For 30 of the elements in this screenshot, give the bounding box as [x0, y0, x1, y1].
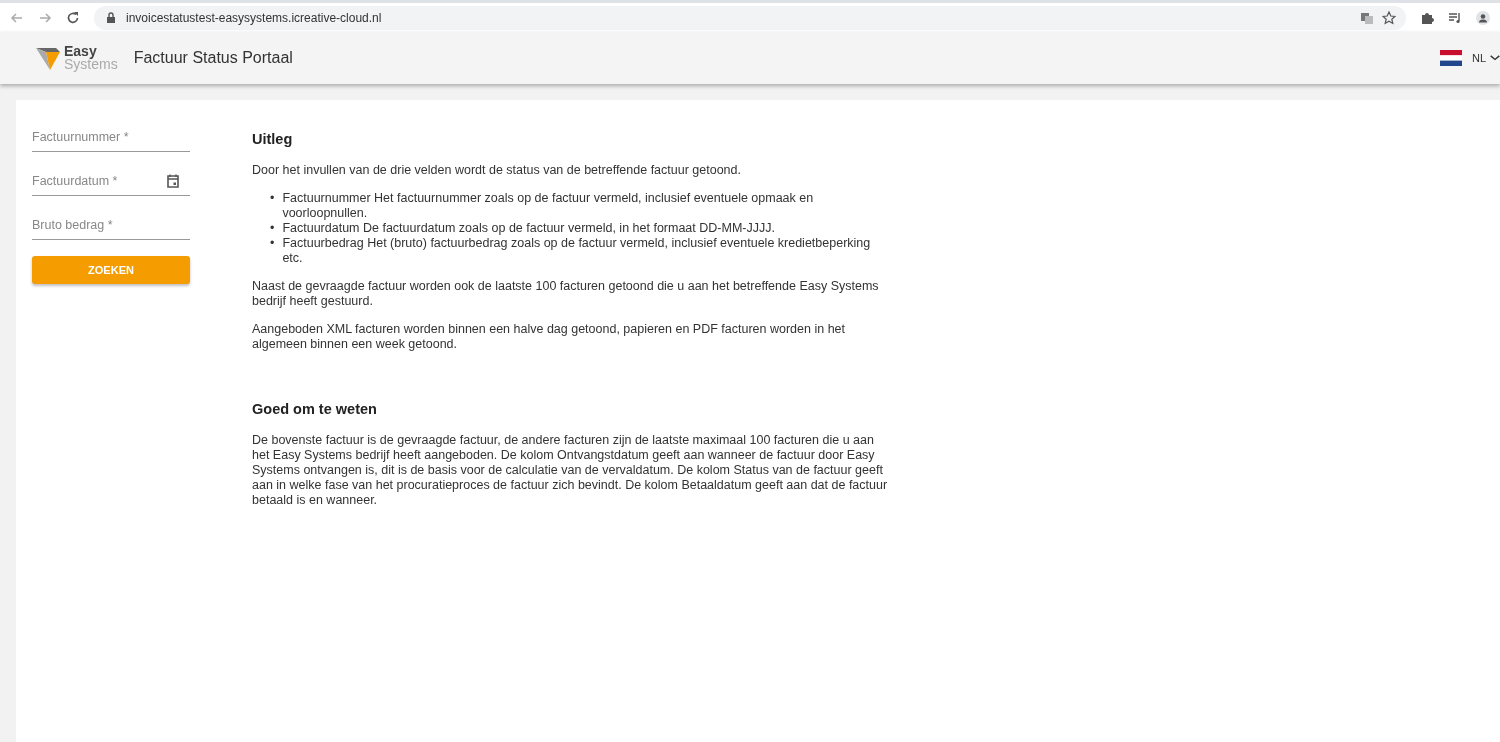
profile-icon[interactable] [1476, 10, 1490, 25]
playlist-icon[interactable] [1448, 10, 1462, 25]
list-item: Factuurdatum De factuurdatum zoals op de factuur vermeld, in het formaat DD-MM-JJJJ. [282, 221, 775, 236]
bullet: • [270, 191, 275, 207]
bullet: • [270, 221, 275, 236]
input-field[interactable]: Factuurnummer * [32, 122, 190, 152]
input-field[interactable]: Factuurdatum * [32, 166, 190, 196]
paragraph: Aangeboden XML facturen worden binnen een halve dag getoond, papieren en PDF facturen worden in het algemeen binnen een week getoond. [252, 322, 846, 352]
paragraph: Door het invullen van de drie velden wordt de status van de betreffende factuur getoond. [252, 163, 742, 178]
paragraph: Naast de gevraagde factuur worden ook de laatste 100 facturen getoond die u aan het betreffende Easy Systems bedrijf heeft gestuurd. [252, 279, 880, 309]
calendar-icon[interactable] [166, 174, 180, 188]
flag-icon[interactable] [1439, 50, 1462, 66]
list-item: Factuurnummer Het factuurnummer zoals op de factuur vermeld, inclusief eventuele opmaak en voorloopnullen. [282, 191, 815, 221]
translate-icon[interactable] [1360, 10, 1374, 25]
section-heading: Goed om te weten [252, 402, 378, 417]
list-item: Factuurbedrag Het (bruto) factuurbedrag zoals op de factuur vermeld, inclusief eventuele kredietbeperking etc. [282, 236, 872, 266]
section-heading: Uitleg [252, 132, 294, 147]
language-selector[interactable]: NL [1471, 52, 1486, 64]
reload-icon[interactable] [66, 10, 80, 25]
input-field[interactable]: Bruto bedrag * [32, 210, 190, 240]
url-text: invoicestatustest-easysystems.icreative-cloud.nl [126, 10, 382, 25]
paragraph: De bovenste factuur is de gevraagde factuur, de andere facturen zijn de laatste maximaal 100 facturen die u aan het Easy Systems bedrijf heeft aangeboden. De kolom Ontvangstdatum geeft aan wanneer de factuur door Easy Systems ontvangen is, dit is de basis voor de calculatie van de vervaldatum. De kolom Status van de factuur geeft aan in welke fase van het procuratieproces de factuur zich bevindt. De kolom Betaaldatum geeft aan dat de factuur betaald is en wanneer. [252, 433, 889, 508]
logo-text: Systems [64, 58, 118, 71]
lock-icon [104, 10, 118, 25]
bullet: • [270, 236, 275, 252]
puzzle-icon[interactable] [1420, 10, 1434, 25]
address-bar[interactable]: invoicestatustest-easysystems.icreative-cloud.nl [94, 5, 1406, 30]
app-title: Factuur Status Portaal [133, 49, 294, 67]
star-icon[interactable] [1382, 10, 1396, 25]
logo-text: Easy [64, 45, 98, 58]
